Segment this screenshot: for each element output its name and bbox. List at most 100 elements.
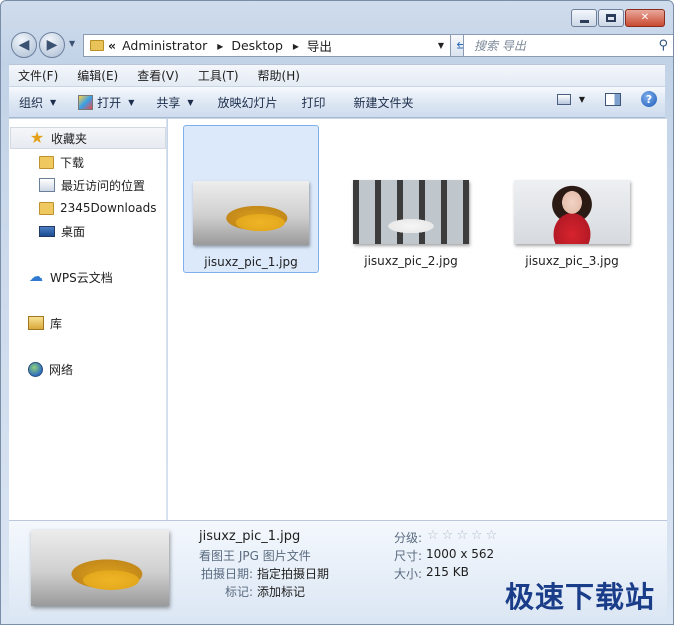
menu-tools[interactable]: 工具(T) xyxy=(189,67,249,84)
menu-file[interactable]: 文件(F) xyxy=(9,67,68,84)
detail-tag-value[interactable]: 添加标记 xyxy=(257,583,305,600)
forward-button[interactable]: ▶ xyxy=(39,32,65,58)
address-bar[interactable]: « Administrator ▸ Desktop ▸ 导出 ▼ xyxy=(83,34,451,57)
breadcrumb-desktop[interactable]: Desktop xyxy=(231,38,283,53)
detail-rating-label: 分级: xyxy=(394,531,423,545)
sidebar-item-label: 2345Downloads xyxy=(60,201,157,215)
network-icon xyxy=(28,361,43,377)
help-icon[interactable]: ? xyxy=(641,91,657,107)
file-name: jisuxz_pic_3.jpg xyxy=(525,254,619,268)
sidebar-item-downloads[interactable]: 下载 xyxy=(39,151,84,173)
menu-bar: 文件(F) 编辑(E) 查看(V) 工具(T) 帮助(H) xyxy=(9,64,665,86)
breadcrumb-overflow[interactable]: « xyxy=(108,38,116,53)
file-item[interactable]: jisuxz_pic_2.jpg xyxy=(343,125,479,273)
breadcrumb-administrator[interactable]: Administrator xyxy=(122,38,207,53)
image-thumbnail xyxy=(353,180,469,244)
detail-size-label: 尺寸: xyxy=(394,549,423,563)
view-icon xyxy=(556,93,571,105)
recent-pages-dropdown[interactable]: ▼ xyxy=(69,39,75,48)
detail-tag-label: 标记: xyxy=(225,585,254,599)
chevron-down-icon: ▼ xyxy=(578,94,585,104)
explorer-window: ✕ ◀ ▶ ▼ « Administrator ▸ Desktop ▸ 导出 ▼… xyxy=(0,0,674,625)
menu-view[interactable]: 查看(V) xyxy=(128,67,189,84)
new-folder-button[interactable]: 新建文件夹 xyxy=(346,90,422,114)
sidebar-item-label: 网络 xyxy=(49,362,74,377)
command-bar: 组织 ▼ 打开 ▼ 共享 ▼ 放映幻灯片 打印 新建文件夹 ▼ ? xyxy=(9,86,665,118)
folder-icon xyxy=(39,155,54,169)
organize-label: 组织 xyxy=(19,95,44,110)
sidebar-item-recent[interactable]: 最近访问的位置 xyxy=(39,174,145,196)
star-icon[interactable]: ☆ xyxy=(486,528,498,543)
breadcrumb-export[interactable]: 导出 xyxy=(307,36,332,55)
star-icon[interactable]: ☆ xyxy=(471,528,483,543)
sidebar-item-favorites[interactable]: ★ 收藏夹 xyxy=(10,127,166,149)
folder-icon xyxy=(39,201,54,215)
menu-help[interactable]: 帮助(H) xyxy=(249,67,310,84)
back-button[interactable]: ◀ xyxy=(11,32,37,58)
file-list: jisuxz_pic_1.jpg jisuxz_pic_2.jpg jisuxz… xyxy=(168,119,667,520)
minimize-button[interactable] xyxy=(571,9,597,27)
maximize-icon xyxy=(606,14,616,22)
minimize-icon xyxy=(579,19,589,23)
chevron-right-icon[interactable]: ▸ xyxy=(293,39,299,53)
share-label: 共享 xyxy=(156,95,181,110)
sidebar-item-label: WPS云文档 xyxy=(50,270,113,285)
navigation-bar: ◀ ▶ ▼ « Administrator ▸ Desktop ▸ 导出 ▼ ⇆… xyxy=(9,31,673,59)
recent-places-icon xyxy=(39,178,55,192)
print-button[interactable]: 打印 xyxy=(294,90,334,114)
desktop-icon xyxy=(39,225,55,237)
chevron-right-icon[interactable]: ▸ xyxy=(217,39,223,53)
sidebar-item-label: 下载 xyxy=(60,155,85,170)
library-icon xyxy=(28,316,44,330)
address-dropdown-icon[interactable]: ▼ xyxy=(438,41,444,50)
open-label: 打开 xyxy=(97,95,122,110)
preview-pane-icon[interactable] xyxy=(605,92,621,106)
open-button[interactable]: 打开 ▼ xyxy=(70,90,142,114)
cloud-icon: ☁ xyxy=(29,269,43,285)
sidebar-item-desktop[interactable]: 桌面 xyxy=(39,220,85,242)
file-item[interactable]: jisuxz_pic_1.jpg xyxy=(183,125,319,273)
detail-date-label: 拍摄日期: xyxy=(201,567,254,581)
detail-filetype: 看图王 JPG 图片文件 xyxy=(199,549,311,563)
image-viewer-icon xyxy=(78,94,94,110)
chevron-down-icon: ▼ xyxy=(128,97,135,107)
maximize-button[interactable] xyxy=(598,9,624,27)
navigation-pane: ★ 收藏夹 下载 最近访问的位置 2345Downloads 桌面 ☁ WPS云… xyxy=(9,119,167,520)
sidebar-item-label: 最近访问的位置 xyxy=(61,178,146,193)
sidebar-item-2345downloads[interactable]: 2345Downloads xyxy=(39,197,156,219)
watermark-logo: 极速下载站 xyxy=(504,580,655,614)
sidebar-item-wps[interactable]: ☁ WPS云文档 xyxy=(28,266,113,288)
detail-size-value: 1000 x 562 xyxy=(426,547,495,561)
share-button[interactable]: 共享 ▼ xyxy=(148,90,201,114)
detail-filesize-value: 215 KB xyxy=(426,565,469,579)
sidebar-item-label: 库 xyxy=(50,316,63,331)
file-name: jisuxz_pic_1.jpg xyxy=(204,255,298,269)
chevron-down-icon: ▼ xyxy=(187,97,194,107)
slideshow-button[interactable]: 放映幻灯片 xyxy=(210,90,286,114)
menu-edit[interactable]: 编辑(E) xyxy=(68,67,128,84)
detail-date-value[interactable]: 指定拍摄日期 xyxy=(257,565,329,582)
file-item[interactable]: jisuxz_pic_3.jpg xyxy=(504,125,640,273)
star-icon[interactable]: ☆ xyxy=(456,528,468,543)
image-thumbnail xyxy=(514,180,630,244)
detail-filename: jisuxz_pic_1.jpg xyxy=(199,529,301,544)
sidebar-item-library[interactable]: 库 xyxy=(28,312,62,334)
search-input[interactable]: 搜索 导出 ⚲ xyxy=(463,34,673,57)
sidebar-item-label: 桌面 xyxy=(61,224,86,239)
close-button[interactable]: ✕ xyxy=(625,9,665,27)
search-icon[interactable]: ⚲ xyxy=(658,38,668,53)
sidebar-item-label: 收藏夹 xyxy=(51,131,88,146)
window-controls: ✕ xyxy=(571,9,665,27)
sidebar-item-network[interactable]: 网络 xyxy=(28,358,73,380)
preview-thumbnail xyxy=(31,530,169,606)
folder-icon xyxy=(90,40,104,51)
rating-stars[interactable]: ☆ ☆ ☆ ☆ ☆ xyxy=(427,528,497,543)
change-view-button[interactable]: ▼ xyxy=(556,93,585,105)
file-name: jisuxz_pic_2.jpg xyxy=(364,254,458,268)
chevron-down-icon: ▼ xyxy=(50,97,57,107)
image-thumbnail xyxy=(193,181,309,245)
star-icon[interactable]: ☆ xyxy=(427,528,439,543)
search-placeholder: 搜索 导出 xyxy=(474,39,526,53)
star-icon[interactable]: ☆ xyxy=(442,528,454,543)
organize-button[interactable]: 组织 ▼ xyxy=(9,90,64,114)
